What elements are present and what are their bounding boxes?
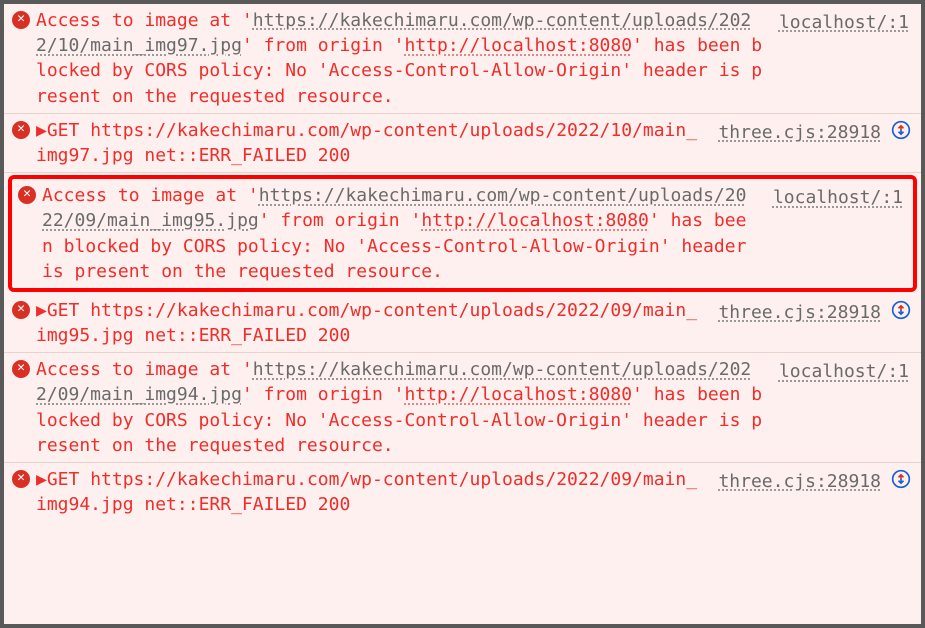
error-icon <box>12 121 30 139</box>
console-message: Access to image at 'https://kakechimaru.… <box>36 8 763 109</box>
console-error-row[interactable]: ▶GET https://kakechimaru.com/wp-content/… <box>4 294 921 353</box>
source-link[interactable]: localhost/:1 <box>779 10 909 35</box>
console-error-row[interactable]: ▶GET https://kakechimaru.com/wp-content/… <box>4 463 921 521</box>
console-message: ▶GET https://kakechimaru.com/wp-content/… <box>36 467 704 517</box>
error-status: net::ERR_FAILED 200 <box>134 325 351 346</box>
msg-origin[interactable]: http://localhost:8080 <box>404 35 632 56</box>
refresh-icon[interactable] <box>891 120 911 140</box>
msg-origin[interactable]: http://localhost:8080 <box>421 210 649 231</box>
console-error-row[interactable]: ▶GET https://kakechimaru.com/wp-content/… <box>4 114 921 173</box>
source-link[interactable]: three.cjs:28918 <box>718 469 881 494</box>
refresh-icon[interactable] <box>891 469 911 489</box>
refresh-icon[interactable] <box>891 300 911 320</box>
console-error-row[interactable]: Access to image at 'https://kakechimaru.… <box>4 353 921 463</box>
source-link[interactable]: localhost/:1 <box>779 359 909 384</box>
console-error-row[interactable]: Access to image at 'https://kakechimaru.… <box>4 4 921 114</box>
source-link[interactable]: localhost/:1 <box>773 185 903 210</box>
source-link[interactable]: three.cjs:28918 <box>718 120 881 145</box>
error-status: net::ERR_FAILED 200 <box>134 494 351 515</box>
msg-text: Access to image at ' <box>36 359 253 380</box>
console-message: Access to image at 'https://kakechimaru.… <box>42 183 757 284</box>
console-message: ▶GET https://kakechimaru.com/wp-content/… <box>36 298 704 348</box>
expand-icon[interactable]: ▶ <box>36 469 47 490</box>
msg-text: ' from origin ' <box>242 384 405 405</box>
expand-icon[interactable]: ▶ <box>36 300 47 321</box>
console-error-row-highlighted[interactable]: Access to image at 'https://kakechimaru.… <box>8 175 917 292</box>
msg-text: Access to image at ' <box>42 185 259 206</box>
error-status: net::ERR_FAILED 200 <box>134 145 351 166</box>
msg-origin[interactable]: http://localhost:8080 <box>404 384 632 405</box>
http-method: GET <box>47 469 80 490</box>
msg-text: ' from origin ' <box>259 210 422 231</box>
console-message: Access to image at 'https://kakechimaru.… <box>36 357 763 458</box>
error-icon <box>12 360 30 378</box>
msg-text: Access to image at ' <box>36 10 253 31</box>
error-icon <box>12 470 30 488</box>
error-icon <box>18 186 36 204</box>
error-icon <box>12 11 30 29</box>
console-message: ▶GET https://kakechimaru.com/wp-content/… <box>36 118 704 168</box>
http-method: GET <box>47 120 80 141</box>
source-link[interactable]: three.cjs:28918 <box>718 300 881 325</box>
expand-icon[interactable]: ▶ <box>36 120 47 141</box>
console-panel: Access to image at 'https://kakechimaru.… <box>4 4 921 521</box>
msg-text: ' from origin ' <box>242 35 405 56</box>
error-icon <box>12 301 30 319</box>
http-method: GET <box>47 300 80 321</box>
